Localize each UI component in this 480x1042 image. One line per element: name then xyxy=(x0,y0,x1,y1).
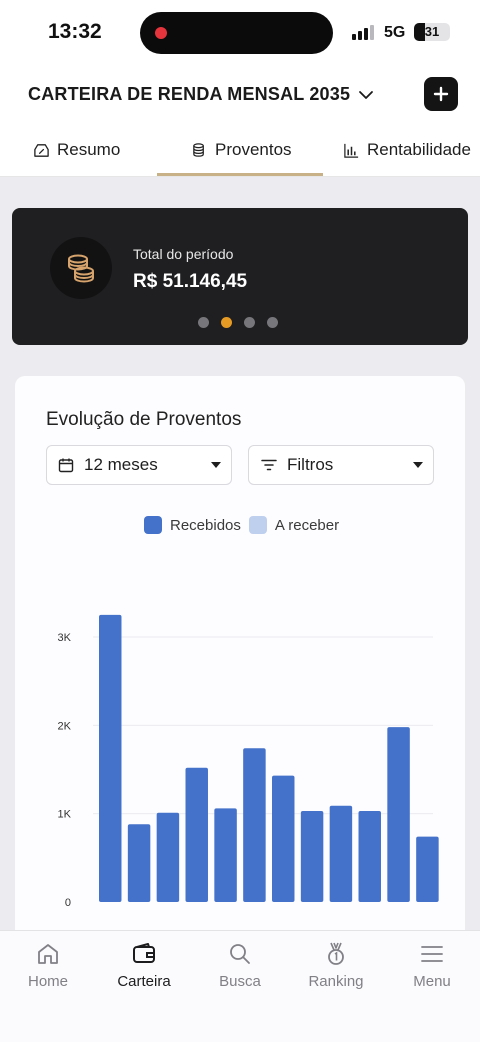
caret-down-icon xyxy=(211,462,221,468)
bar-recebidos[interactable] xyxy=(329,805,353,902)
y-tick-label: 1K xyxy=(58,809,72,821)
filter-icon xyxy=(261,459,277,471)
bar-chart-icon xyxy=(344,143,359,158)
proventos-bar-chart: 0 1K 2K 3K xyxy=(58,614,439,906)
medal-icon xyxy=(328,942,344,965)
nav-label: Ranking xyxy=(308,973,364,990)
add-button[interactable] xyxy=(424,77,458,111)
bar-recebidos[interactable] xyxy=(156,812,180,902)
network-type: 5G xyxy=(384,24,406,41)
carousel-dots[interactable] xyxy=(198,317,278,328)
total-card[interactable]: Total do período R$ 51.146,45 xyxy=(12,208,468,345)
bar-recebidos[interactable] xyxy=(99,614,122,902)
carousel-dot[interactable] xyxy=(198,317,209,328)
nav-home[interactable]: Home xyxy=(0,941,96,990)
carousel-dot[interactable] xyxy=(244,317,255,328)
bar-recebidos[interactable] xyxy=(185,767,208,902)
battery-percent: 31 xyxy=(424,24,440,39)
nav-label: Carteira xyxy=(117,973,171,990)
bar-recebidos[interactable] xyxy=(272,775,295,902)
tab-label: Proventos xyxy=(215,140,292,159)
y-tick-label: 3K xyxy=(58,632,72,644)
bar-recebidos[interactable] xyxy=(243,748,266,902)
battery-icon: 31 xyxy=(414,23,450,41)
status-time: 13:32 xyxy=(48,20,102,43)
bar-recebidos[interactable] xyxy=(214,808,237,902)
signal-icon xyxy=(352,24,376,40)
nav-ranking[interactable]: Ranking xyxy=(288,941,384,990)
y-tick-label: 0 xyxy=(65,897,71,906)
carousel-dot[interactable] xyxy=(221,317,232,328)
period-select[interactable]: 12 meses xyxy=(46,445,232,485)
tab-label: Resumo xyxy=(57,140,121,159)
portfolio-selector[interactable]: CARTEIRA DE RENDA MENSAL 2035 xyxy=(28,84,374,105)
home-icon xyxy=(38,944,58,964)
coins-badge xyxy=(50,237,112,299)
gauge-icon xyxy=(34,143,49,157)
chevron-down-icon xyxy=(359,90,374,99)
bar-recebidos[interactable] xyxy=(387,727,410,902)
legend-label: A receber xyxy=(274,516,340,534)
dynamic-island xyxy=(140,12,333,54)
main-content[interactable]: Total do período R$ 51.146,45 Evolução d… xyxy=(0,177,480,930)
nav-label: Menu xyxy=(413,973,451,990)
tab-rentabilidade[interactable]: Rentabilidade xyxy=(343,124,471,176)
coins-icon xyxy=(193,142,204,157)
nav-carteira[interactable]: Carteira xyxy=(96,941,192,990)
plus-icon xyxy=(433,86,449,102)
legend-swatch xyxy=(144,516,162,534)
nav-label: Busca xyxy=(219,973,261,990)
carousel-dot[interactable] xyxy=(267,317,278,328)
tab-proventos[interactable]: Proventos xyxy=(191,124,292,176)
bar-recebidos[interactable] xyxy=(300,811,324,902)
calendar-icon xyxy=(58,458,74,473)
tab-label: Rentabilidade xyxy=(367,140,471,159)
portfolio-title: CARTEIRA DE RENDA MENSAL 2035 xyxy=(28,84,351,104)
total-label: Total do período xyxy=(133,246,234,262)
total-value: R$ 51.146,45 xyxy=(133,271,248,292)
caret-down-icon xyxy=(413,462,423,468)
wallet-icon xyxy=(133,943,155,963)
bar-recebidos[interactable] xyxy=(127,824,151,902)
app-header: CARTEIRA DE RENDA MENSAL 2035 xyxy=(0,66,480,124)
bar-recebidos[interactable] xyxy=(358,811,381,902)
bar-recebidos[interactable] xyxy=(416,836,439,902)
period-select-value: 12 meses xyxy=(84,455,158,474)
coins-icon xyxy=(68,254,94,283)
nav-busca[interactable]: Busca xyxy=(192,941,288,990)
legend-item-recebidos[interactable]: Recebidos xyxy=(144,516,241,534)
bottom-nav: Home Carteira Busca Ranking Menu xyxy=(0,930,480,1042)
tab-bar: Resumo Proventos Rentabilidade xyxy=(0,124,480,178)
menu-icon xyxy=(421,946,443,962)
recording-indicator-icon xyxy=(155,27,167,39)
chart-legend: Recebidos A receber xyxy=(144,516,339,534)
filter-select[interactable]: Filtros xyxy=(248,445,434,485)
nav-menu[interactable]: Menu xyxy=(384,941,480,990)
search-icon xyxy=(230,944,250,964)
nav-label: Home xyxy=(27,973,68,990)
chart-title: Evolução de Proventos xyxy=(46,409,242,430)
legend-label: Recebidos xyxy=(170,516,241,534)
filter-select-value: Filtros xyxy=(287,455,334,474)
tab-resumo[interactable]: Resumo xyxy=(33,124,120,176)
legend-item-a-receber[interactable]: A receber xyxy=(248,516,340,534)
status-bar: 13:32 5G 31 xyxy=(0,0,480,66)
legend-swatch xyxy=(248,516,267,534)
chart-card: Evolução de Proventos 12 meses Filtros R… xyxy=(15,376,465,930)
y-tick-label: 2K xyxy=(58,720,72,732)
